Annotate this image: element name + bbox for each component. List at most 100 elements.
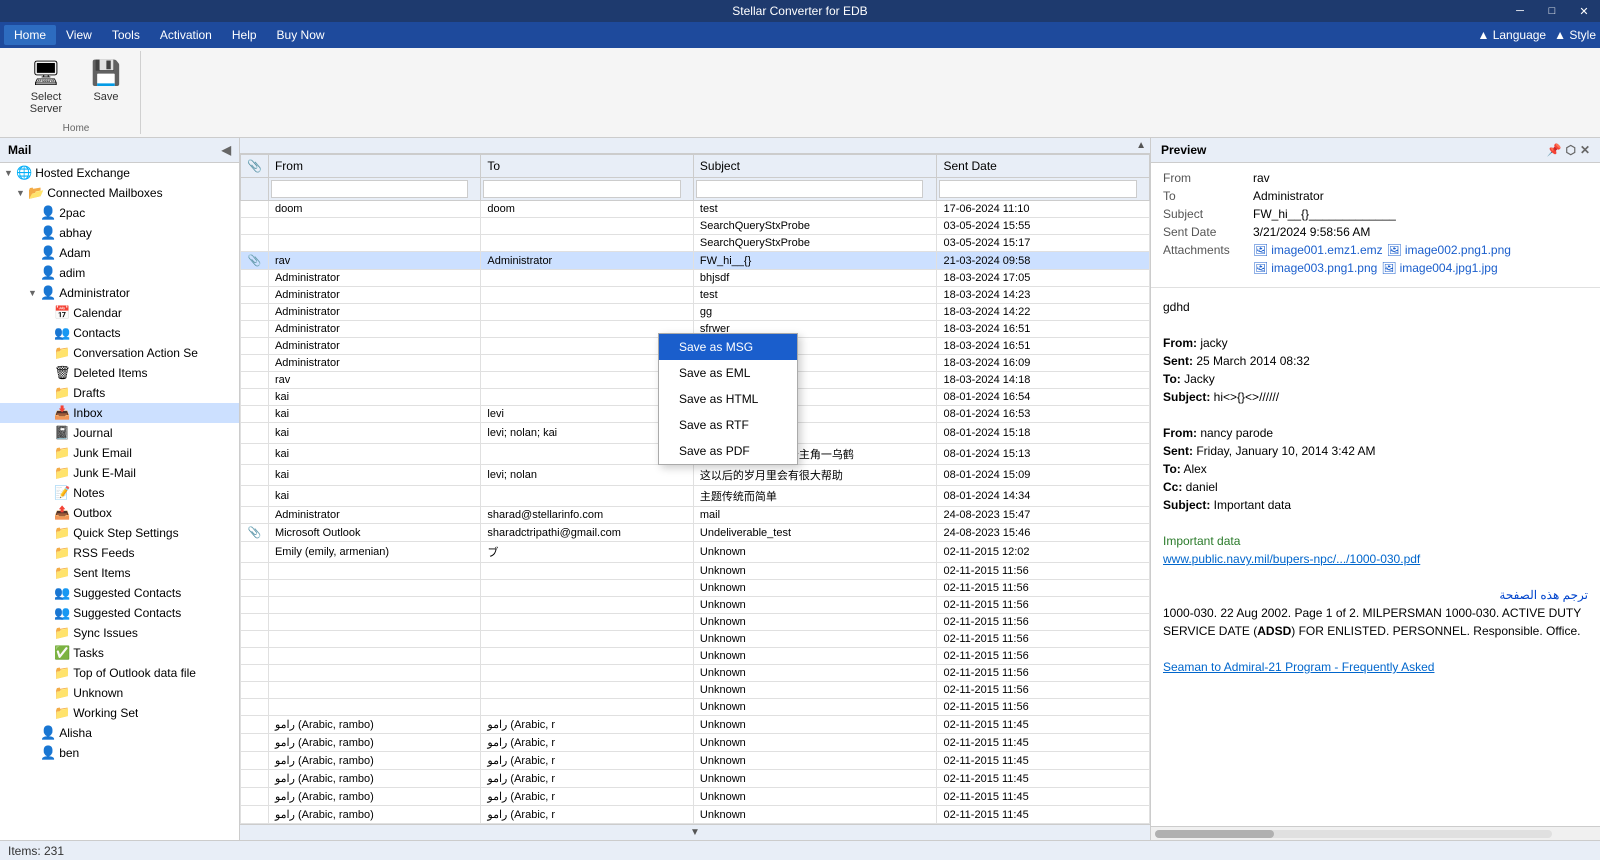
table-row[interactable]: Administratorsharad@stellarinfo.commail2…: [241, 507, 1150, 524]
table-row[interactable]: Unknown02-11-2015 11:56: [241, 648, 1150, 665]
sidebar-item-deleted[interactable]: 🗑 Deleted Items: [0, 363, 239, 383]
table-row[interactable]: Administratorbhjsdf18-03-2024 17:05: [241, 270, 1150, 287]
menu-tools[interactable]: Tools: [102, 25, 150, 45]
sidebar-item-calendar[interactable]: 📅 Calendar: [0, 303, 239, 323]
table-row[interactable]: 📎Microsoft Outlooksharadctripathi@gmail.…: [241, 524, 1150, 542]
table-row[interactable]: رامو (Arabic, rambo)رامو (Arabic, rUnkno…: [241, 788, 1150, 806]
table-row[interactable]: SearchQueryStxProbe03-05-2024 15:55: [241, 218, 1150, 235]
sidebar-item-adim[interactable]: 👤 adim: [0, 263, 239, 283]
attachment-4[interactable]: 🖼 image004.jpg1.jpg: [1381, 261, 1497, 275]
tree-toggle-connected[interactable]: ▼: [16, 188, 28, 198]
sidebar-item-rssfeeds[interactable]: 📁 RSS Feeds: [0, 543, 239, 563]
rssfeeds-icon: 📁: [54, 545, 70, 561]
col-to[interactable]: To: [481, 155, 693, 178]
scroll-up-icon[interactable]: ▲: [1136, 140, 1146, 151]
preview-pin-icon[interactable]: 📌: [1547, 143, 1562, 157]
sidebar-item-alisha[interactable]: 👤 Alisha: [0, 723, 239, 743]
col-subject[interactable]: Subject: [693, 155, 937, 178]
table-row[interactable]: Emily (emily, armenian)ブUnknown02-11-201…: [241, 542, 1150, 563]
table-row[interactable]: SearchQueryStxProbe03-05-2024 15:17: [241, 235, 1150, 252]
search-from-input[interactable]: [271, 180, 468, 198]
table-row[interactable]: doomdoomtest17-06-2024 11:10: [241, 201, 1150, 218]
language-selector[interactable]: ▲ Language: [1478, 28, 1547, 42]
menu-home[interactable]: Home: [4, 25, 56, 45]
style-selector[interactable]: ▲ Style: [1554, 28, 1596, 42]
table-row[interactable]: Unknown02-11-2015 11:56: [241, 699, 1150, 716]
sidebar-item-workingset[interactable]: 📁 Working Set: [0, 703, 239, 723]
menu-view[interactable]: View: [56, 25, 102, 45]
col-attach[interactable]: 📎: [241, 155, 269, 178]
sidebar-item-abhay[interactable]: 👤 abhay: [0, 223, 239, 243]
preview-footer-link[interactable]: Seaman to Admiral-21 Program - Frequentl…: [1163, 658, 1588, 676]
sidebar-item-unknown[interactable]: 📁 Unknown: [0, 683, 239, 703]
sidebar-item-junk-email[interactable]: 📁 Junk Email: [0, 443, 239, 463]
sidebar-item-suggested1[interactable]: 👥 Suggested Contacts: [0, 583, 239, 603]
context-menu-save-eml[interactable]: Save as EML: [659, 360, 797, 386]
menu-help[interactable]: Help: [222, 25, 267, 45]
save-button[interactable]: 💾 Save: [80, 51, 132, 119]
sidebar-item-drafts[interactable]: 📁 Drafts: [0, 383, 239, 403]
sidebar-item-ben[interactable]: 👤 ben: [0, 743, 239, 763]
menu-activation[interactable]: Activation: [150, 25, 222, 45]
menu-buynow[interactable]: Buy Now: [267, 25, 335, 45]
sidebar-item-connected[interactable]: ▼ 📂 Connected Mailboxes: [0, 183, 239, 203]
table-row[interactable]: رامو (Arabic, rambo)رامو (Arabic, rUnkno…: [241, 716, 1150, 734]
sidebar-item-inbox[interactable]: 📥 Inbox: [0, 403, 239, 423]
preview-close-icon[interactable]: ✕: [1580, 143, 1590, 157]
close-button[interactable]: ✕: [1568, 0, 1600, 22]
sidebar-item-tasks[interactable]: ✅ Tasks: [0, 643, 239, 663]
context-menu-save-pdf[interactable]: Save as PDF: [659, 438, 797, 464]
sidebar-item-outbox[interactable]: 📤 Outbox: [0, 503, 239, 523]
search-date-input[interactable]: [939, 180, 1136, 198]
table-row[interactable]: Unknown02-11-2015 11:56: [241, 631, 1150, 648]
table-row[interactable]: Unknown02-11-2015 11:56: [241, 563, 1150, 580]
table-row[interactable]: رامو (Arabic, rambo)رامو (Arabic, rUnkno…: [241, 734, 1150, 752]
col-from[interactable]: From: [268, 155, 480, 178]
sidebar-item-administrator[interactable]: ▼ 👤 Administrator: [0, 283, 239, 303]
sidebar-item-2pac[interactable]: 👤 2pac: [0, 203, 239, 223]
sidebar-item-suggested2[interactable]: 👥 Suggested Contacts: [0, 603, 239, 623]
select-server-button[interactable]: 🖥 SelectServer: [20, 51, 72, 119]
context-menu-save-msg[interactable]: Save as MSG: [659, 334, 797, 360]
table-row[interactable]: Unknown02-11-2015 11:56: [241, 580, 1150, 597]
table-row[interactable]: Unknown02-11-2015 11:56: [241, 597, 1150, 614]
table-row[interactable]: Unknown02-11-2015 11:56: [241, 682, 1150, 699]
scroll-down-icon[interactable]: ▼: [690, 827, 700, 838]
table-row[interactable]: رامو (Arabic, rambo)رامو (Arabic, rUnkno…: [241, 752, 1150, 770]
table-row[interactable]: Administratorgg18-03-2024 14:22: [241, 304, 1150, 321]
sidebar-item-hosted-exchange[interactable]: ▼ 🌐 Hosted Exchange: [0, 163, 239, 183]
minimize-button[interactable]: ─: [1504, 0, 1536, 22]
sidebar-collapse-button[interactable]: ◀: [222, 143, 231, 157]
tree-toggle-hosted[interactable]: ▼: [4, 168, 16, 178]
table-row[interactable]: Administratortest18-03-2024 14:23: [241, 287, 1150, 304]
sidebar-item-topoutlook[interactable]: 📁 Top of Outlook data file: [0, 663, 239, 683]
table-row[interactable]: رامو (Arabic, rambo)رامو (Arabic, rUnkno…: [241, 770, 1150, 788]
table-row[interactable]: kailevi; nolan这以后的岁月里会有很大帮助08-01-2024 15…: [241, 465, 1150, 486]
table-row[interactable]: رامو (Arabic, rambo)رامو (Arabic, rUnkno…: [241, 806, 1150, 824]
sidebar-item-sentitems[interactable]: 📁 Sent Items: [0, 563, 239, 583]
preview-arabic-link[interactable]: ترجم هذه الصفحة: [1163, 586, 1588, 604]
table-row[interactable]: kai主题传统而简单08-01-2024 14:34: [241, 486, 1150, 507]
preview-detach-icon[interactable]: ⬡: [1565, 143, 1575, 157]
search-to-input[interactable]: [483, 180, 680, 198]
sidebar-item-adam[interactable]: 👤 Adam: [0, 243, 239, 263]
attachment-3[interactable]: 🖼 image003.png1.png: [1253, 261, 1377, 275]
col-sentdate[interactable]: Sent Date: [937, 155, 1150, 178]
sidebar-item-junk-email2[interactable]: 📁 Junk E-Mail: [0, 463, 239, 483]
search-subject-input[interactable]: [696, 180, 923, 198]
table-row[interactable]: 📎ravAdministratorFW_hi__{}21-03-2024 09:…: [241, 252, 1150, 270]
attachment-1[interactable]: 🖼 image001.emz1.emz: [1253, 243, 1383, 257]
sidebar-item-syncissues[interactable]: 📁 Sync Issues: [0, 623, 239, 643]
restore-button[interactable]: □: [1536, 0, 1568, 22]
attachment-2[interactable]: 🖼 image002.png1.png: [1387, 243, 1511, 257]
sidebar-item-journal[interactable]: 📓 Journal: [0, 423, 239, 443]
context-menu-save-rtf[interactable]: Save as RTF: [659, 412, 797, 438]
context-menu-save-html[interactable]: Save as HTML: [659, 386, 797, 412]
sidebar-item-conversation[interactable]: 📁 Conversation Action Se: [0, 343, 239, 363]
preview-navy-link[interactable]: www.public.navy.mil/bupers-npc/.../1000-…: [1163, 550, 1588, 568]
sidebar-item-quickstep[interactable]: 📁 Quick Step Settings: [0, 523, 239, 543]
table-row[interactable]: Unknown02-11-2015 11:56: [241, 665, 1150, 682]
table-row[interactable]: Unknown02-11-2015 11:56: [241, 614, 1150, 631]
sidebar-item-notes[interactable]: 📝 Notes: [0, 483, 239, 503]
sidebar-item-contacts[interactable]: 👥 Contacts: [0, 323, 239, 343]
